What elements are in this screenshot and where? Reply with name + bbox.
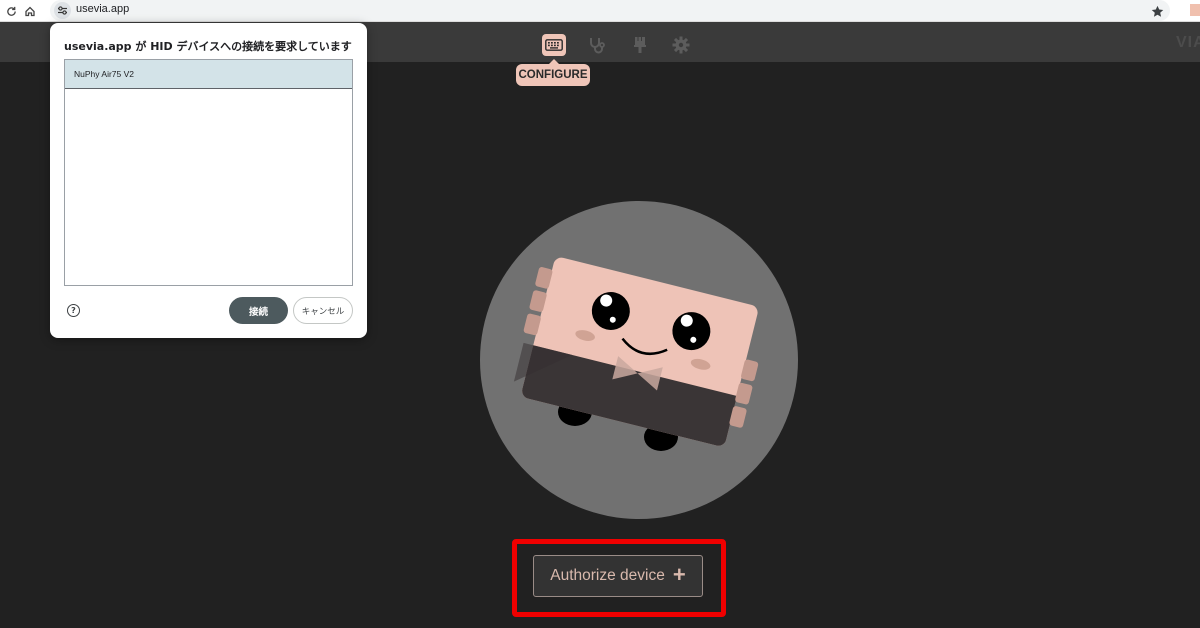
url-text[interactable]: usevia.app [76, 3, 129, 15]
bookmark-star-icon[interactable] [1151, 3, 1164, 22]
connect-button[interactable]: 接続 [229, 297, 288, 324]
site-info-icon[interactable] [54, 2, 71, 19]
design-tab[interactable] [628, 34, 652, 56]
device-list-item[interactable]: NuPhy Air75 V2 [65, 60, 352, 89]
settings-tab[interactable] [669, 34, 693, 56]
keyboard-mascot-illustration [480, 201, 798, 519]
authorize-device-label: Authorize device [550, 567, 665, 584]
gear-icon [672, 36, 690, 54]
stethoscope-icon [590, 38, 605, 54]
browser-address-bar: usevia.app [0, 0, 1200, 22]
configure-tab[interactable] [542, 34, 566, 56]
key-tester-tab[interactable] [585, 34, 609, 56]
hid-permission-dialog: usevia.app が HID デバイスへの接続を要求しています NuPhy … [50, 23, 367, 338]
device-list[interactable]: NuPhy Air75 V2 [64, 59, 353, 286]
authorize-device-button[interactable]: Authorize device + [533, 555, 703, 597]
help-icon[interactable]: ? [67, 304, 80, 317]
configure-tooltip: CONFIGURE [516, 59, 590, 86]
brush-icon [634, 37, 646, 53]
omnibox[interactable]: usevia.app [50, 0, 1170, 21]
cancel-button[interactable]: キャンセル [293, 297, 353, 324]
extension-icon[interactable] [1190, 4, 1200, 16]
dialog-title: usevia.app が HID デバイスへの接続を要求しています [64, 40, 352, 53]
keyboard-icon [545, 39, 563, 51]
home-icon[interactable] [21, 2, 39, 20]
plus-icon: + [672, 562, 686, 587]
reload-icon[interactable] [2, 2, 20, 20]
via-logo: VIA [1176, 34, 1200, 51]
